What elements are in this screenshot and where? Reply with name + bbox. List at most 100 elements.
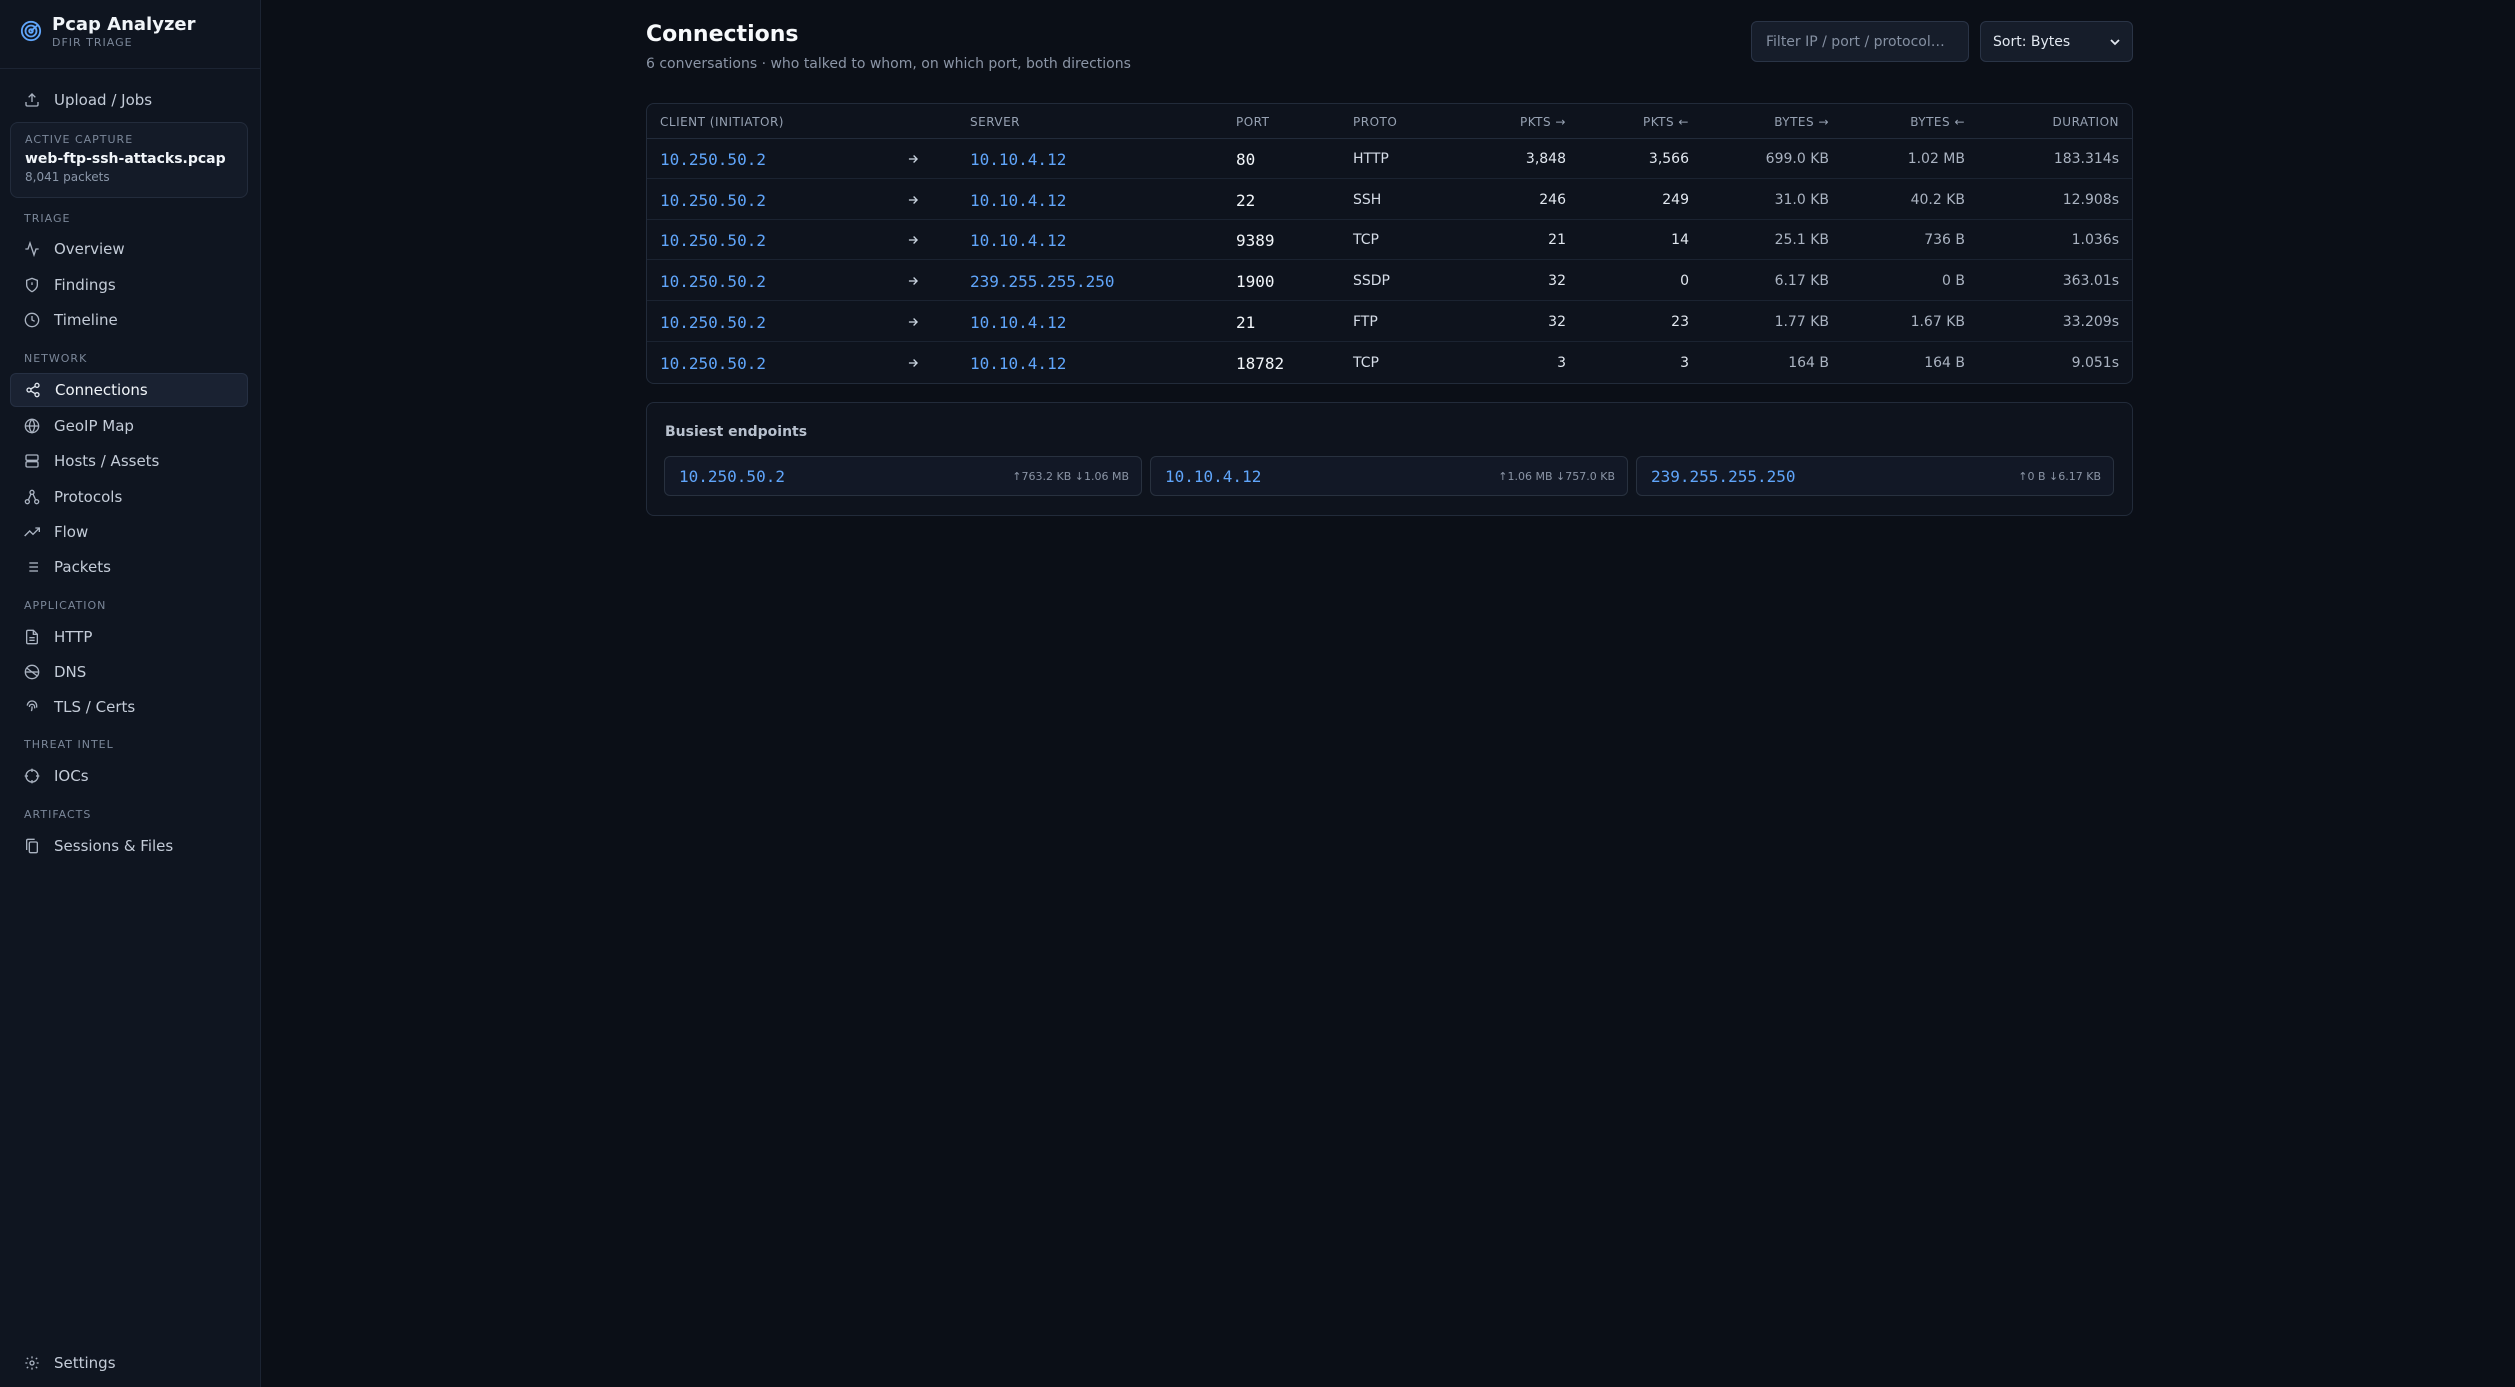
sidebar-item-label: Sessions & Files <box>54 837 174 855</box>
table-row[interactable]: 10.250.50.2 10.10.4.12 22 SSH 246 249 31.0 KB 4… <box>647 180 2132 220</box>
col-proto[interactable]: PROTO <box>1353 115 1397 129</box>
section-application: APPLICATION <box>24 599 107 612</box>
sidebar-item-label: Protocols <box>54 488 123 506</box>
sidebar-item-label: GeoIP Map <box>54 417 134 435</box>
col-bytes-in[interactable]: BYTES ← <box>1910 115 1965 129</box>
endpoint-item[interactable]: 239.255.255.250 ↑0 B ↓6.17 KB <box>1636 456 2114 496</box>
table-row[interactable]: 10.250.50.2 239.255.255.250 1900 SSDP 32 0 6.1… <box>647 261 2132 302</box>
sidebar-item-label: Connections <box>55 381 148 399</box>
section-artifacts: ARTIFACTS <box>24 808 92 821</box>
col-pkts-out[interactable]: PKTS → <box>1520 115 1566 129</box>
cell-pkts-in: 0 <box>1680 273 1689 290</box>
cell-server[interactable]: 10.10.4.12 <box>970 354 1066 373</box>
app-title: Pcap Analyzer <box>52 14 196 35</box>
sidebar-item-hosts[interactable]: Hosts / Assets <box>10 444 248 478</box>
share-nodes-icon <box>26 382 40 398</box>
cell-client[interactable]: 10.250.50.2 <box>660 191 766 210</box>
cell-client[interactable]: 10.250.50.2 <box>660 231 766 250</box>
col-duration[interactable]: DURATION <box>2053 115 2119 129</box>
active-capture-packets: 8,041 packets <box>25 170 110 184</box>
cell-proto: TCP <box>1353 354 1379 371</box>
col-pkts-in[interactable]: PKTS ← <box>1643 115 1689 129</box>
cell-proto: SSDP <box>1353 273 1390 290</box>
sidebar-item-connections[interactable]: Connections <box>10 373 248 407</box>
sidebar-item-label: Overview <box>54 240 125 258</box>
sidebar-item-packets[interactable]: Packets <box>10 550 248 584</box>
sidebar-item-overview[interactable]: Overview <box>10 232 248 266</box>
cell-server[interactable]: 10.10.4.12 <box>970 231 1066 250</box>
cell-pkts-out: 3,848 <box>1525 151 1566 167</box>
endpoint-ip: 10.10.4.12 <box>1165 467 1262 486</box>
sort-select-value: Sort: Bytes <box>1993 33 2071 50</box>
fingerprint-icon <box>26 700 38 712</box>
sidebar-item-upload[interactable]: Upload / Jobs <box>10 83 248 117</box>
radar-logo-icon <box>20 20 42 42</box>
sidebar-item-timeline[interactable]: Timeline <box>10 303 248 337</box>
cell-bytes-in: 1.67 KB <box>1910 313 1965 330</box>
sidebar-item-label: Findings <box>54 276 116 294</box>
cell-proto: TCP <box>1353 232 1379 249</box>
sidebar-item-http[interactable]: HTTP <box>10 620 248 654</box>
cell-bytes-out: 164 B <box>1788 354 1829 371</box>
file-text-icon <box>26 629 38 645</box>
cell-client[interactable]: 10.250.50.2 <box>660 272 766 291</box>
cell-server[interactable]: 10.10.4.12 <box>970 313 1066 332</box>
cell-client[interactable]: 10.250.50.2 <box>660 313 766 332</box>
arrow-right-icon <box>906 356 920 374</box>
cell-bytes-out: 6.17 KB <box>1774 273 1829 290</box>
cell-port: 22 <box>1236 190 1256 210</box>
cell-bytes-out: 699.0 KB <box>1765 151 1829 167</box>
sidebar-item-sessions[interactable]: Sessions & Files <box>10 829 248 863</box>
arrow-right-icon <box>906 315 920 333</box>
section-triage: TRIAGE <box>24 212 71 225</box>
sidebar-item-protocols[interactable]: Protocols <box>10 480 248 514</box>
endpoint-ip: 10.250.50.2 <box>679 467 785 486</box>
active-capture-card[interactable]: ACTIVE CAPTURE web-ftp-ssh-attacks.pcap … <box>10 122 248 198</box>
globe-icon <box>24 418 40 434</box>
cell-client[interactable]: 10.250.50.2 <box>660 150 766 169</box>
sidebar-item-label: Hosts / Assets <box>54 452 160 470</box>
cell-pkts-out: 32 <box>1548 313 1566 330</box>
cell-pkts-in: 249 <box>1662 191 1689 208</box>
cell-server[interactable]: 10.10.4.12 <box>970 191 1066 210</box>
arrow-right-icon <box>906 193 920 211</box>
table-row[interactable]: 10.250.50.2 10.10.4.12 21 FTP 32 23 1.77 KB 1.6… <box>647 302 2132 342</box>
table-row[interactable]: 10.250.50.2 10.10.4.12 80 HTTP 3,848 3,566 699… <box>647 139 2132 179</box>
cell-port: 9389 <box>1236 231 1275 251</box>
sidebar-item-tls[interactable]: TLS / Certs <box>10 690 248 724</box>
cell-proto: SSH <box>1353 191 1382 208</box>
app-subtitle: DFIR TRIAGE <box>52 36 133 49</box>
table-row[interactable]: 10.250.50.2 10.10.4.12 18782 TCP 3 3 164 B 164 … <box>647 343 2132 383</box>
cell-pkts-out: 21 <box>1548 232 1566 249</box>
endpoint-item[interactable]: 10.250.50.2 ↑763.2 KB ↓1.06 MB <box>664 456 1142 496</box>
endpoint-item[interactable]: 10.10.4.12 ↑1.06 MB ↓757.0 KB <box>1150 456 1628 496</box>
table-row[interactable]: 10.250.50.2 10.10.4.12 9389 TCP 21 14 25.1 KB 7… <box>647 220 2132 261</box>
cell-client[interactable]: 10.250.50.2 <box>660 354 766 373</box>
chevron-down-icon <box>2110 38 2120 45</box>
cell-server[interactable]: 239.255.255.250 <box>970 272 1115 291</box>
cell-duration: 33.209s <box>2062 313 2119 330</box>
col-client[interactable]: CLIENT (INITIATOR) <box>660 115 784 129</box>
active-capture-label: ACTIVE CAPTURE <box>25 133 134 146</box>
col-bytes-out[interactable]: BYTES → <box>1774 115 1829 129</box>
network-icon <box>24 489 40 505</box>
cell-server[interactable]: 10.10.4.12 <box>970 150 1066 169</box>
sidebar-item-geoip[interactable]: GeoIP Map <box>10 409 248 443</box>
sidebar-item-label: DNS <box>54 663 87 681</box>
sidebar-item-settings[interactable]: Settings <box>10 1346 248 1380</box>
gear-icon <box>25 1356 39 1370</box>
cell-bytes-in: 0 B <box>1942 273 1965 290</box>
activity-icon <box>25 241 39 257</box>
sort-select[interactable]: Sort: Bytes <box>1980 21 2133 62</box>
sidebar-item-dns[interactable]: DNS <box>10 655 248 689</box>
filter-input[interactable] <box>1751 21 1969 62</box>
col-port[interactable]: PORT <box>1236 115 1269 129</box>
sidebar-item-iocs[interactable]: IOCs <box>10 759 248 793</box>
cell-port: 80 <box>1236 150 1256 169</box>
sidebar-item-findings[interactable]: Findings <box>10 268 248 302</box>
cell-proto: HTTP <box>1353 151 1389 167</box>
col-server[interactable]: SERVER <box>970 115 1020 129</box>
divider <box>0 68 261 69</box>
sidebar-item-flow[interactable]: Flow <box>10 515 248 549</box>
cell-duration: 363.01s <box>2062 273 2119 290</box>
